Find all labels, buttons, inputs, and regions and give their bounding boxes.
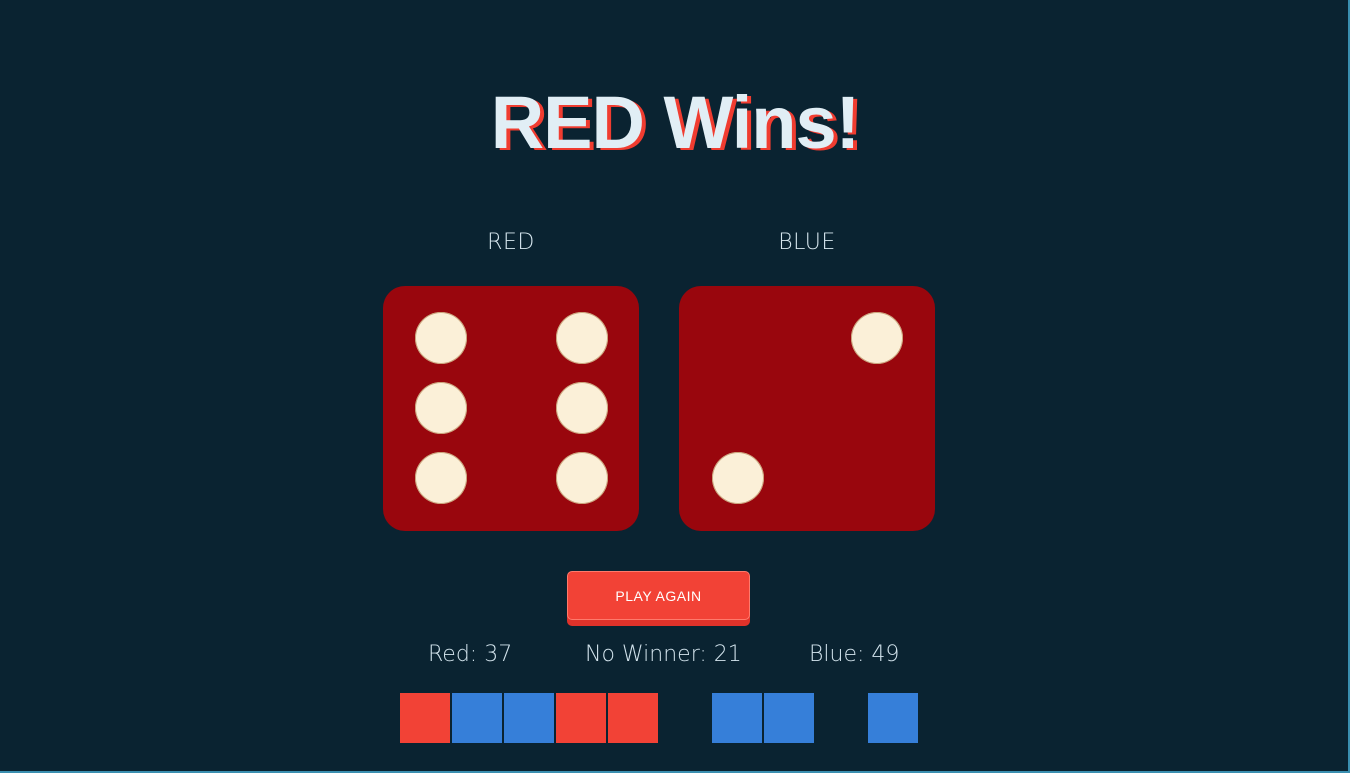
blue-die (679, 286, 935, 531)
history-cell-red (556, 693, 606, 743)
history-cell-blue (868, 693, 918, 743)
history-cell-blue (712, 693, 762, 743)
no-winner-score: No Winner: 21 (585, 642, 742, 667)
history-cell-blue (504, 693, 554, 743)
red-player-label: RED (487, 230, 535, 255)
history-cell-none (816, 693, 866, 743)
blue-player-label: BLUE (778, 230, 836, 255)
red-score: Red: 37 (428, 642, 513, 667)
die-pip (556, 312, 608, 364)
die-pip (415, 452, 467, 504)
play-again-button[interactable]: PLAY AGAIN (567, 571, 750, 620)
history-cell-red (608, 693, 658, 743)
result-headline: RED Wins! (490, 81, 861, 164)
history-cell-red (400, 693, 450, 743)
history-cell-blue (452, 693, 502, 743)
die-pip (415, 312, 467, 364)
blue-score: Blue: 49 (809, 642, 900, 667)
die-pip (851, 312, 903, 364)
history-cell-none (660, 693, 710, 743)
die-pip (556, 382, 608, 434)
red-die (383, 286, 639, 531)
history-cell-blue (764, 693, 814, 743)
die-pip (415, 382, 467, 434)
die-pip (556, 452, 608, 504)
die-pip (712, 452, 764, 504)
